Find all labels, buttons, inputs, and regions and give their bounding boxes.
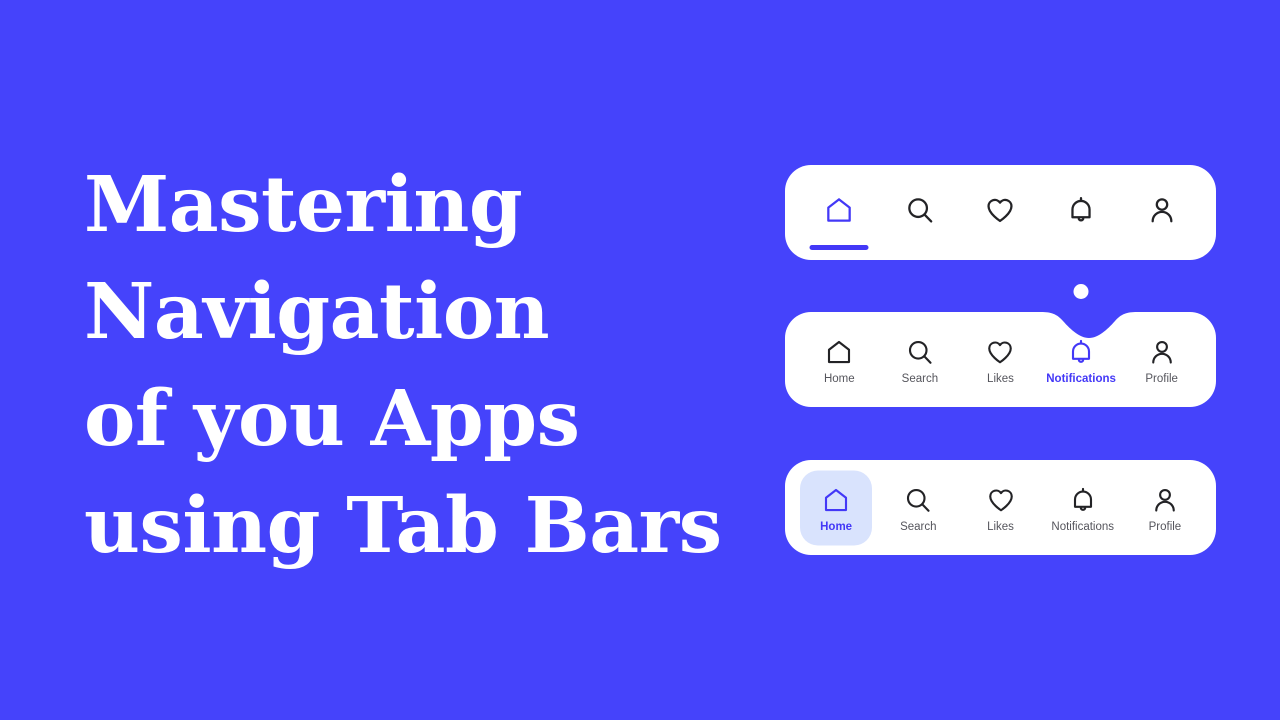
tab-label: Home xyxy=(820,521,853,533)
tab-label: Search xyxy=(900,521,937,533)
heart-icon xyxy=(988,489,1013,512)
tab-likes[interactable]: Likes xyxy=(960,312,1041,407)
search-icon xyxy=(908,340,932,364)
tab-profile[interactable]: Profile xyxy=(1124,460,1206,555)
tab-bar-pill: Home Search Likes Notifications Profile xyxy=(785,460,1216,555)
active-indicator-underline xyxy=(809,245,869,250)
tab-search[interactable] xyxy=(880,165,961,260)
tab-label: Notifications xyxy=(1051,521,1115,533)
tab-list: Home Search Likes Notifications Profile xyxy=(785,284,1216,407)
tab-bar-icons-only xyxy=(785,165,1216,260)
tab-likes[interactable] xyxy=(960,165,1041,260)
tab-label: Likes xyxy=(987,373,1014,385)
tab-search[interactable]: Search xyxy=(880,312,961,407)
tab-notifications[interactable]: Notifications xyxy=(1041,284,1122,407)
tab-label: Profile xyxy=(1148,521,1182,533)
bell-icon xyxy=(1073,487,1092,511)
tab-notifications[interactable]: Notifications xyxy=(1042,460,1124,555)
tab-home[interactable] xyxy=(799,165,880,260)
person-icon xyxy=(1151,340,1172,364)
person-icon xyxy=(1155,488,1175,512)
home-icon xyxy=(825,488,848,512)
tab-label: Home xyxy=(823,373,855,385)
tab-bar-notched: Home Search Likes Notifications Profile xyxy=(785,284,1216,407)
tab-home[interactable]: Home xyxy=(795,460,877,555)
home-icon xyxy=(827,197,852,222)
slide-canvas: Mastering Navigation of you Apps using T… xyxy=(0,0,1280,720)
person-icon xyxy=(1151,197,1173,222)
tab-list: Home Search Likes Notifications Profile xyxy=(785,460,1216,555)
active-indicator-dot xyxy=(1073,284,1089,299)
tab-label: Notifications xyxy=(1046,373,1116,385)
home-icon xyxy=(828,340,851,364)
tab-list xyxy=(785,165,1216,260)
tab-label: Profile xyxy=(1145,373,1178,385)
search-icon xyxy=(907,488,930,512)
bell-icon xyxy=(1071,196,1091,221)
tab-home[interactable]: Home xyxy=(799,312,880,407)
heart-icon xyxy=(988,341,1013,364)
tab-profile[interactable] xyxy=(1121,165,1202,260)
page-title: Mastering Navigation of you Apps using T… xyxy=(84,160,722,571)
tab-label: Likes xyxy=(987,521,1014,533)
tab-profile[interactable]: Profile xyxy=(1121,312,1202,407)
bell-icon xyxy=(1072,339,1091,363)
tab-search[interactable]: Search xyxy=(877,460,959,555)
tab-notifications[interactable] xyxy=(1041,165,1122,260)
tab-likes[interactable]: Likes xyxy=(959,460,1041,555)
tab-label: Search xyxy=(901,373,939,385)
heart-icon xyxy=(987,198,1014,222)
search-icon xyxy=(908,197,933,223)
